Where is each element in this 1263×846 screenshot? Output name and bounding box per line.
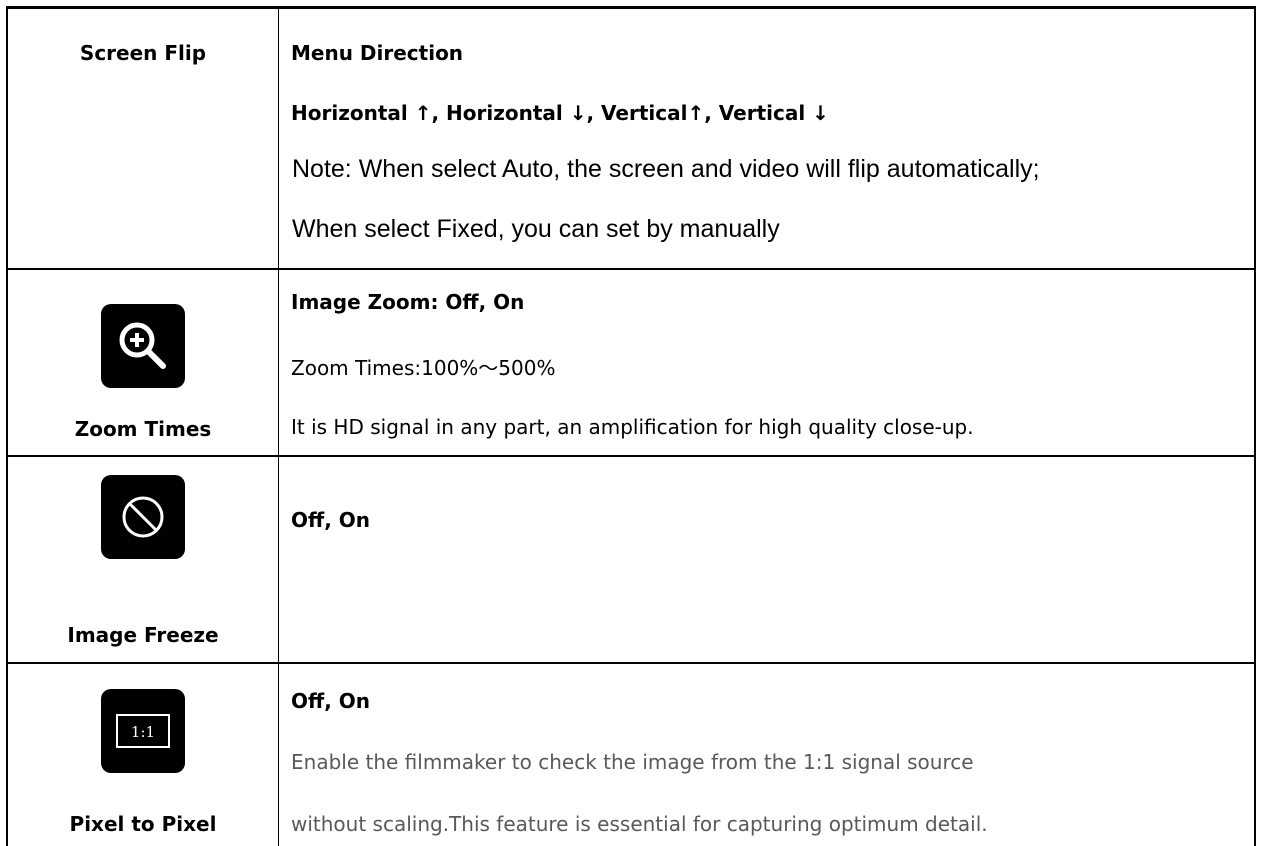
feature-label-cell: Screen Flip [6,6,279,270]
document-page: Screen Flip Menu Direction Horizontal ↑,… [0,0,1263,846]
feature-label-cell: Zoom Times [6,268,279,457]
pixel-to-pixel-icon: 1:1 [101,689,185,773]
table-row: 1:1 Pixel to Pixel Off, On Enable the fi… [6,662,1256,846]
feature-label-cell: 1:1 Pixel to Pixel [6,662,279,846]
feature-description-cell: Off, On [278,455,1256,664]
feature-label: Screen Flip [79,41,207,65]
description-line: Image Zoom: Off, On [291,290,525,314]
feature-label: Zoom Times [74,417,212,441]
table-row: Zoom Times Image Zoom: Off, On Zoom Time… [6,268,1256,457]
table-row: Screen Flip Menu Direction Horizontal ↑,… [6,6,1256,270]
description-line: without scaling.This feature is essentia… [291,812,988,836]
feature-description-cell: Off, On Enable the filmmaker to check th… [278,662,1256,846]
description-line: Menu Direction [291,41,464,65]
freeze-icon [101,475,185,559]
description-line: It is HD signal in any part, an amplific… [291,415,974,439]
description-line: Zoom Times:100%～500% [291,356,556,380]
description-line: Horizontal ↑, Horizontal ↓, Vertical↑, V… [291,101,829,125]
description-line: Off, On [291,508,371,532]
feature-description-cell: Menu Direction Horizontal ↑, Horizontal … [278,6,1256,270]
description-line: Enable the filmmaker to check the image … [291,750,974,774]
feature-spec-table: Screen Flip Menu Direction Horizontal ↑,… [6,6,1256,846]
description-line: When select Fixed, you can set by manual… [292,215,780,243]
zoom-in-icon [101,304,185,388]
description-line: Off, On [291,689,371,713]
description-line: Note: When select Auto, the screen and v… [292,155,1040,183]
feature-label: Pixel to Pixel [69,812,217,836]
feature-description-cell: Image Zoom: Off, On Zoom Times:100%～500%… [278,268,1256,457]
table-row: Image Freeze Off, On [6,455,1256,664]
feature-label-cell: Image Freeze [6,455,279,664]
feature-label: Image Freeze [67,623,219,647]
icon-ratio-text: 1:1 [131,723,155,741]
